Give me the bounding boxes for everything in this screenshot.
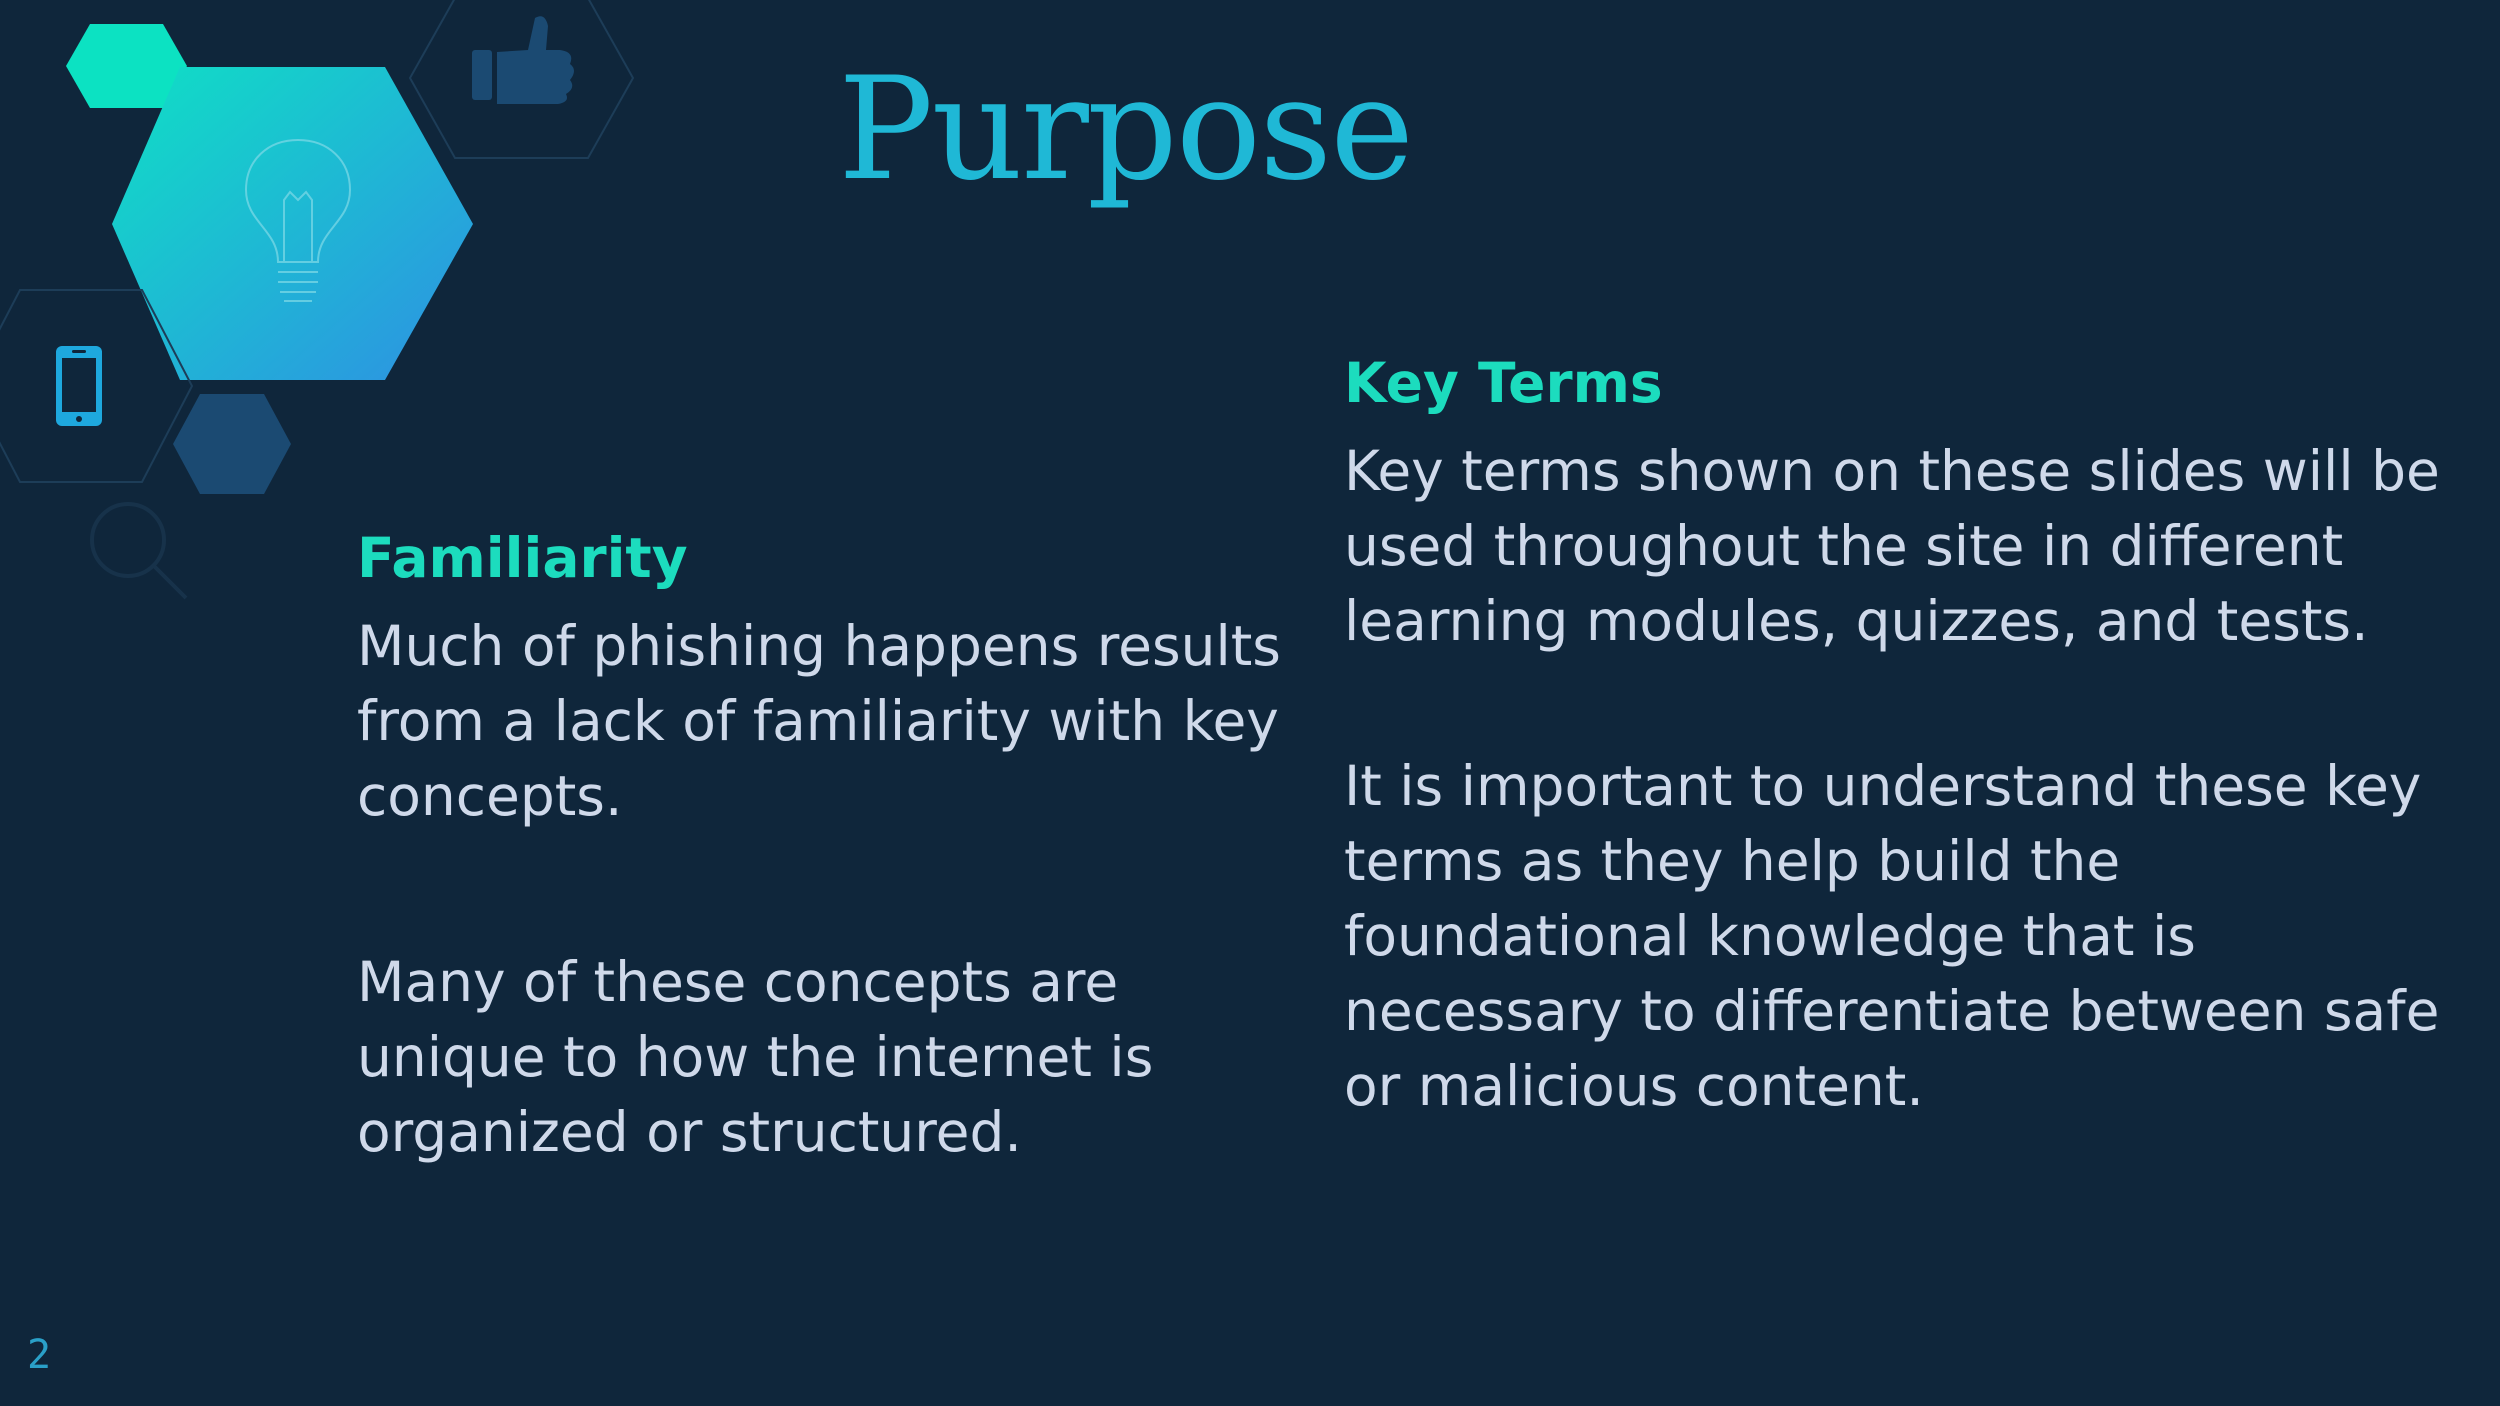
magnifier-icon [90, 502, 188, 600]
familiarity-paragraph-2: Many of these concepts are unique to how… [357, 950, 1154, 1164]
thumbs-up-icon [472, 16, 574, 105]
key-terms-heading: Key Terms [1344, 351, 1663, 415]
dark-blue-hexagon [173, 394, 291, 494]
key-terms-paragraph-1: Key terms shown on these slides will be … [1344, 439, 2440, 653]
key-terms-paragraph-2: It is important to understand these key … [1344, 754, 2440, 1118]
large-gradient-hexagon [112, 67, 473, 380]
page-number: 2 [27, 1332, 52, 1378]
slide: Purpose Familiarity Much of phishing hap… [0, 0, 2500, 1406]
slide-title: Purpose [838, 47, 1414, 212]
smartphone-icon [56, 346, 102, 426]
key-terms-section: Key Terms Key terms shown on these slide… [1344, 350, 2454, 1124]
familiarity-section: Familiarity Much of phishing happens res… [357, 525, 1297, 1170]
familiarity-paragraph-1: Much of phishing happens results from a … [357, 614, 1281, 828]
familiarity-heading: Familiarity [357, 526, 688, 590]
